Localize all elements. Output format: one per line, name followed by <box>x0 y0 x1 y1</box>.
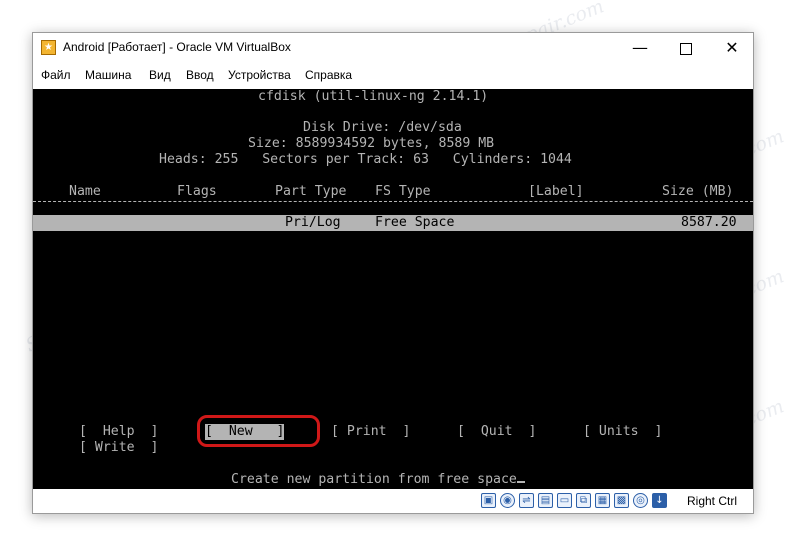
host-key-label: Right Ctrl <box>687 494 738 508</box>
hint-text: Create new partition from free space <box>231 472 517 487</box>
title-bar[interactable]: ★ Android [Работает] - Oracle VM Virtual… <box>33 33 753 63</box>
mouse-integration-icon[interactable]: ◎ <box>633 493 648 508</box>
column-label: [Label] <box>528 184 584 199</box>
row-part-type: Pri/Log <box>285 215 341 230</box>
minimize-button[interactable]: — <box>617 33 663 63</box>
column-part-type: Part Type <box>275 184 347 199</box>
disk-size-label: Size: 8589934592 bytes, 8589 MB <box>248 136 495 151</box>
video-capture-icon[interactable]: ▦ <box>595 493 610 508</box>
vm-display[interactable]: cfdisk (util-linux-ng 2.14.1) Disk Drive… <box>33 89 753 489</box>
menu-option-quit[interactable]: [ Quit ] <box>457 424 536 440</box>
hint-line: Create new partition from free space <box>231 472 525 488</box>
window-title: Android [Работает] - Oracle VM VirtualBo… <box>63 40 291 54</box>
menu-option-units[interactable]: [ Units ] <box>583 424 662 440</box>
menu-help[interactable]: Справка <box>305 68 352 82</box>
menu-machine[interactable]: Машина <box>85 68 131 82</box>
menu-file[interactable]: Файл <box>41 68 71 82</box>
shared-folders-icon[interactable]: ▤ <box>538 493 553 508</box>
partition-row-free-space[interactable]: Pri/Log Free Space 8587.20 <box>33 215 753 231</box>
column-fs-type: FS Type <box>375 184 431 199</box>
column-flags: Flags <box>177 184 217 199</box>
maximize-icon <box>680 42 692 55</box>
menu-bar: Файл Машина Вид Ввод Устройства Справка <box>33 63 753 87</box>
column-name: Name <box>69 184 101 199</box>
column-size: Size (MB) <box>662 184 734 199</box>
disk-geometry-label: Heads: 255 Sectors per Track: 63 Cylinde… <box>159 152 572 167</box>
menu-devices[interactable]: Устройства <box>228 68 291 82</box>
row-fs-type: Free Space <box>375 215 455 230</box>
virtualbox-app-icon: ★ <box>41 40 56 55</box>
cpu-icon[interactable]: ▩ <box>614 493 629 508</box>
text-cursor <box>516 481 525 483</box>
optical-drive-icon[interactable]: ◉ <box>500 493 515 508</box>
display-icon[interactable]: ▭ <box>557 493 572 508</box>
menu-option-help[interactable]: [ Help ] <box>79 424 158 440</box>
close-button[interactable]: ✕ <box>709 33 755 63</box>
maximize-button[interactable] <box>663 33 709 63</box>
highlight-annotation <box>197 415 320 447</box>
table-divider <box>33 201 753 202</box>
hard-disk-icon[interactable]: ▣ <box>481 493 496 508</box>
keyboard-capture-icon[interactable]: ↓ <box>652 493 667 508</box>
network-icon[interactable]: ⧉ <box>576 493 591 508</box>
status-bar: ▣ ◉ ⇌ ▤ ▭ ⧉ ▦ ▩ ◎ ↓ Right Ctrl <box>33 489 753 513</box>
virtualbox-window: ★ Android [Работает] - Oracle VM Virtual… <box>32 32 754 514</box>
menu-option-print[interactable]: [ Print ] <box>331 424 410 440</box>
cfdisk-header: cfdisk (util-linux-ng 2.14.1) <box>258 89 489 104</box>
disk-drive-label: Disk Drive: /dev/sda <box>303 120 462 135</box>
menu-input[interactable]: Ввод <box>186 68 214 82</box>
row-size: 8587.20 <box>681 215 737 230</box>
usb-icon[interactable]: ⇌ <box>519 493 534 508</box>
menu-view[interactable]: Вид <box>149 68 171 82</box>
menu-option-write[interactable]: [ Write ] <box>79 440 158 456</box>
